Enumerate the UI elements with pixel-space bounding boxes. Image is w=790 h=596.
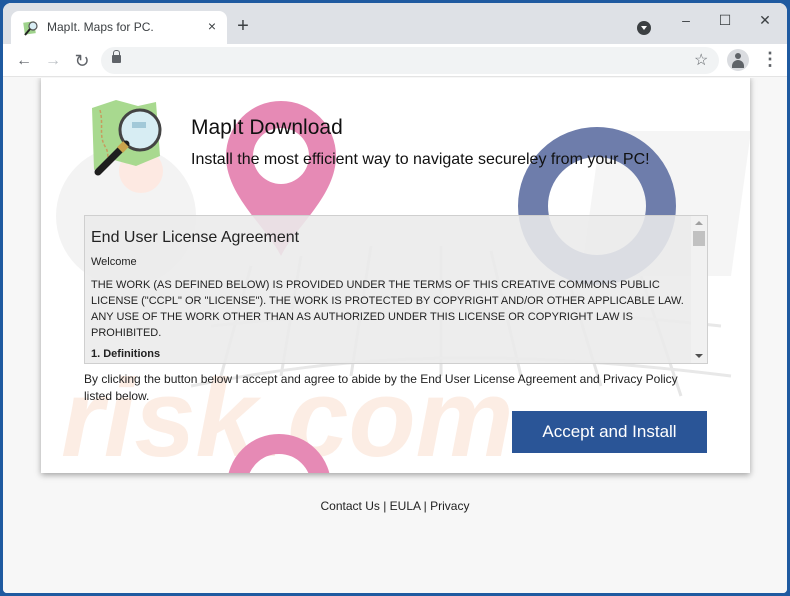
new-tab-button[interactable]: +: [233, 16, 253, 37]
scroll-up-arrow-icon[interactable]: [695, 221, 703, 225]
scroll-down-arrow-icon[interactable]: [695, 354, 703, 358]
eula-definitions-heading: 1. Definitions: [91, 348, 161, 360]
tab-search-icon[interactable]: [637, 21, 651, 35]
eula-heading: End User License Agreement: [91, 229, 300, 246]
page-subtitle: Install the most efficient way to naviga…: [191, 151, 650, 168]
eula-body: THE WORK (AS DEFINED BELOW) IS PROVIDED …: [91, 279, 684, 339]
agreement-text: By clicking the button below I accept an…: [84, 372, 678, 403]
page-viewport: risk.com MapIt Download Install the most…: [3, 78, 787, 593]
browser-tab[interactable]: MapIt. Maps for PC. ×: [11, 11, 227, 44]
contact-us-link[interactable]: Contact Us: [321, 499, 380, 513]
eula-textbox[interactable]: End User License Agreement Welcome THE W…: [84, 215, 708, 364]
page-title: MapIt Download: [191, 116, 343, 139]
lock-icon: [112, 50, 121, 63]
footer-links: Contact Us | EULA | Privacy: [3, 499, 787, 513]
browser-window: MapIt. Maps for PC. × + – ☐ ✕ ← → ↻ ☆ ⋮: [3, 3, 787, 593]
address-bar[interactable]: ☆: [101, 47, 719, 74]
scroll-thumb[interactable]: [693, 231, 705, 246]
minimize-button[interactable]: –: [671, 9, 701, 31]
eula-link[interactable]: EULA: [390, 499, 421, 513]
tab-close-icon[interactable]: ×: [203, 17, 221, 35]
footer-separator: |: [379, 499, 390, 513]
maximize-button[interactable]: ☐: [710, 9, 740, 31]
close-window-button[interactable]: ✕: [750, 9, 780, 31]
browser-toolbar: ← → ↻ ☆ ⋮: [3, 44, 787, 77]
forward-button[interactable]: →: [41, 49, 65, 73]
tab-title: MapIt. Maps for PC.: [47, 20, 154, 34]
bookmark-star-icon[interactable]: ☆: [694, 50, 708, 70]
eula-welcome: Welcome: [91, 256, 137, 268]
tab-strip: MapIt. Maps for PC. × + – ☐ ✕: [3, 3, 787, 44]
installer-card: risk.com MapIt Download Install the most…: [41, 78, 750, 473]
footer-separator: |: [420, 499, 431, 513]
map-favicon-icon: [23, 21, 38, 36]
accept-and-install-button[interactable]: Accept and Install: [512, 411, 707, 453]
mapit-logo-icon: [92, 100, 162, 176]
back-button[interactable]: ←: [12, 49, 36, 73]
eula-scrollbar[interactable]: [691, 216, 707, 363]
reload-button[interactable]: ↻: [70, 49, 94, 73]
eula-content: End User License Agreement Welcome THE W…: [91, 216, 687, 363]
privacy-link[interactable]: Privacy: [430, 499, 469, 513]
profile-avatar-icon[interactable]: [727, 49, 749, 71]
browser-menu-icon[interactable]: ⋮: [761, 49, 779, 71]
